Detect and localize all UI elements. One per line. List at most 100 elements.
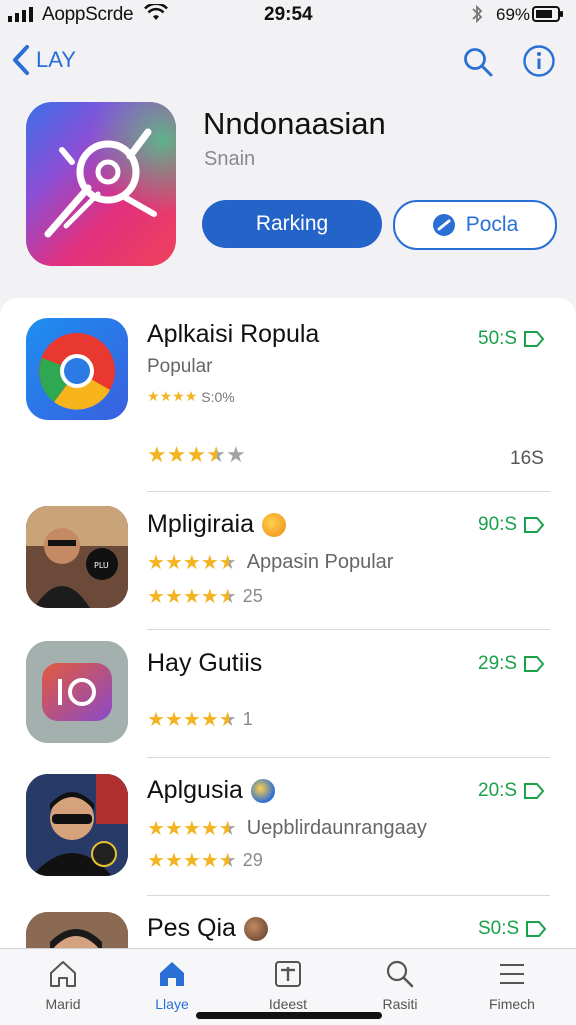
item-title: Aplgusia (147, 776, 243, 804)
emoji-badge-icon (243, 916, 268, 941)
tab-label: Rasiti (382, 996, 418, 1012)
list-icon (500, 964, 524, 984)
tab-add[interactable]: Ideest (238, 959, 338, 1012)
tab-label: Llaye (155, 996, 189, 1012)
list-item[interactable]: Aplgusia ★ ★ ★ ★ ★ Uepblirdaunrangaay ★ ★ ★ ★ ★ … (0, 774, 576, 880)
popular-button-label: Pocla (465, 213, 519, 236)
tag-arrow-icon (524, 331, 545, 347)
tab-home[interactable]: Marid (13, 959, 113, 1012)
item-price[interactable]: 90:S (478, 514, 545, 536)
tab-label: Ideest (268, 996, 308, 1012)
back-label: LAY (36, 47, 76, 72)
item-price[interactable]: 29:S (478, 653, 545, 675)
stars-rating: ★ ★ ★ ★ ★ (147, 850, 237, 872)
tag-arrow-icon (524, 517, 545, 533)
emoji-badge-icon (250, 778, 275, 803)
item-title: Pes Qia (147, 914, 236, 942)
instagram-like-icon (26, 641, 128, 743)
status-bar: AoppScrde 29:54 69% (0, 0, 576, 30)
tag-arrow-icon (524, 656, 545, 672)
bluetooth-icon (472, 4, 483, 24)
popular-button[interactable]: Pocla (393, 200, 557, 250)
app-header: Nndonaasian Snain Rarking Pocla (0, 98, 576, 278)
divider (147, 895, 550, 896)
item-title: Hay Gutiis (147, 649, 263, 677)
home-icon (160, 962, 184, 986)
person-sunglasses-photo (26, 774, 128, 876)
navigation-bar: LAY (0, 40, 576, 84)
tab-label: Marid (45, 996, 81, 1012)
divider (147, 491, 550, 492)
divider (147, 629, 550, 630)
item-title-row: Aplgusia (147, 776, 275, 805)
item-price-label: S0:S (478, 918, 520, 939)
tab-label: Fimech (489, 996, 535, 1012)
rating-count: 29 (242, 850, 263, 870)
battery-percent: 69% (496, 5, 531, 24)
app-list: Aplkaisi Ropula Popular ★ ★ ★ ★ S:0% 50:S ★… (0, 298, 576, 958)
stars-rating: ★ ★ ★ ★ ★ (147, 818, 237, 840)
add-icon (275, 961, 301, 987)
chrome-icon (26, 318, 128, 420)
app-icon (26, 102, 176, 266)
item-subtitle: Uepblirdaunrangaay (246, 817, 427, 839)
smiley-emoji-icon (261, 512, 286, 537)
search-icon[interactable] (462, 46, 494, 78)
ranking-button[interactable]: Rarking (202, 200, 382, 248)
app-logo-icon (44, 128, 157, 238)
ranking-button-label: Rarking (255, 212, 329, 235)
chevron-left-icon (13, 45, 29, 75)
rating-count: 1 (242, 709, 253, 729)
item-title: Mpligiraia (147, 510, 254, 538)
stars-rating: ★ ★ ★ ★ ★ (147, 552, 237, 574)
app-title: Nndonaasian (203, 106, 386, 141)
item-price[interactable]: 50:S (478, 328, 545, 350)
rating: ★ ★ ★ ★ ★ 1 (147, 707, 253, 732)
item-subtitle: Appasin Popular (246, 551, 394, 573)
item-price-label: 90:S (478, 514, 518, 535)
rating-count: 25 (242, 586, 263, 606)
item-title-row: Pes Qia (147, 914, 268, 943)
tag-arrow-icon (526, 921, 547, 937)
back-button[interactable]: LAY (12, 44, 76, 76)
list-item[interactable]: PLU Mpligiraia ★ ★ ★ ★ ★ Appasin Popular ★ ★ ★… (0, 506, 576, 616)
small-stars: ★ ★ ★ ★ (147, 388, 198, 404)
item-price-label: 20:S (478, 780, 518, 801)
carrier-label: AoppScrde (42, 4, 134, 25)
clock: 29:54 (264, 4, 313, 25)
list-item[interactable]: Hay Gutiis ★ ★ ★ ★ ★ 1 29:S (0, 641, 576, 745)
item-subtitle-row: ★ ★ ★ ★ ★ Appasin Popular (147, 550, 393, 575)
home-indicator[interactable] (196, 1012, 382, 1019)
rating: ★ ★ ★ ★ ★ 25 (147, 584, 263, 609)
info-icon[interactable] (522, 44, 556, 78)
rating: ★ ★ ★ ★ ★ 29 (147, 848, 263, 873)
item-title-row: Mpligiraia (147, 510, 286, 539)
signal-icon (8, 7, 33, 22)
tab-search[interactable]: Rasiti (350, 959, 450, 1012)
divider (147, 757, 550, 758)
item-title: Aplkaisi Ropula (147, 320, 320, 348)
small-rating-label: S:0% (201, 388, 235, 405)
list-item[interactable]: Aplkaisi Ropula Popular ★ ★ ★ ★ S:0% 50:S ★… (0, 318, 576, 490)
item-price[interactable]: S0:S (478, 918, 547, 940)
app-subtitle: Snain (204, 148, 256, 170)
person-photo: PLU (26, 506, 128, 608)
item-price[interactable]: 20:S (478, 780, 545, 802)
item-subtitle-row: ★ ★ ★ ★ ★ Uepblirdaunrangaay (147, 816, 427, 841)
tab-menu[interactable]: Fimech (462, 959, 562, 1012)
item-price-label: 50:S (478, 328, 518, 349)
stars-rating: ★ ★ ★ ★ ★ (147, 709, 237, 731)
small-rating: ★ ★ ★ ★ S:0% (147, 388, 235, 405)
item-subtitle: Popular (147, 356, 213, 377)
rating-count: 16S (510, 448, 544, 469)
wifi-icon (144, 4, 168, 20)
stars-rating: ★ ★ ★ ★ ★ (147, 586, 237, 608)
item-price-label: 29:S (478, 653, 518, 674)
tag-icon (432, 214, 455, 236)
battery-icon (532, 6, 563, 22)
stars-rating: ★ ★ ★ ★ ★ (147, 442, 246, 467)
tab-apps[interactable]: Llaye (122, 959, 222, 1012)
search-icon (386, 960, 414, 988)
tag-arrow-icon (524, 783, 545, 799)
rating: ★ ★ ★ ★ ★ (147, 442, 246, 468)
